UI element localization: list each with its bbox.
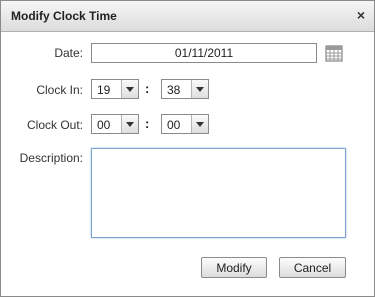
chevron-down-icon[interactable] (191, 115, 208, 133)
description-label: Description: (19, 151, 83, 165)
clock-in-minute-select[interactable]: 38 (161, 79, 209, 99)
description-textarea[interactable] (91, 148, 346, 238)
clock-in-label: Clock In: (36, 83, 83, 97)
modify-clock-time-dialog: Modify Clock Time × Date: Clock In: 19 :… (0, 0, 375, 297)
dialog-titlebar[interactable]: Modify Clock Time × (1, 1, 374, 32)
date-label: Date: (54, 46, 83, 60)
close-icon[interactable]: × (357, 7, 365, 23)
chevron-down-icon[interactable] (121, 115, 138, 133)
clock-in-hour-select[interactable]: 19 (91, 79, 139, 99)
time-separator: : (145, 116, 150, 131)
chevron-down-icon[interactable] (121, 80, 138, 98)
clock-out-hour-value: 00 (97, 118, 111, 132)
time-separator: : (145, 81, 150, 96)
dialog-title: Modify Clock Time (11, 9, 117, 23)
clock-out-hour-select[interactable]: 00 (91, 114, 139, 134)
date-field[interactable] (91, 43, 317, 63)
clock-out-minute-select[interactable]: 00 (161, 114, 209, 134)
modify-button[interactable]: Modify (201, 257, 267, 278)
clock-in-hour-value: 19 (97, 83, 111, 97)
calendar-icon[interactable] (325, 44, 343, 62)
clock-out-minute-value: 00 (167, 118, 181, 132)
clock-in-minute-value: 38 (167, 83, 181, 97)
chevron-down-icon[interactable] (191, 80, 208, 98)
cancel-button[interactable]: Cancel (279, 257, 346, 278)
clock-out-label: Clock Out: (26, 118, 83, 132)
